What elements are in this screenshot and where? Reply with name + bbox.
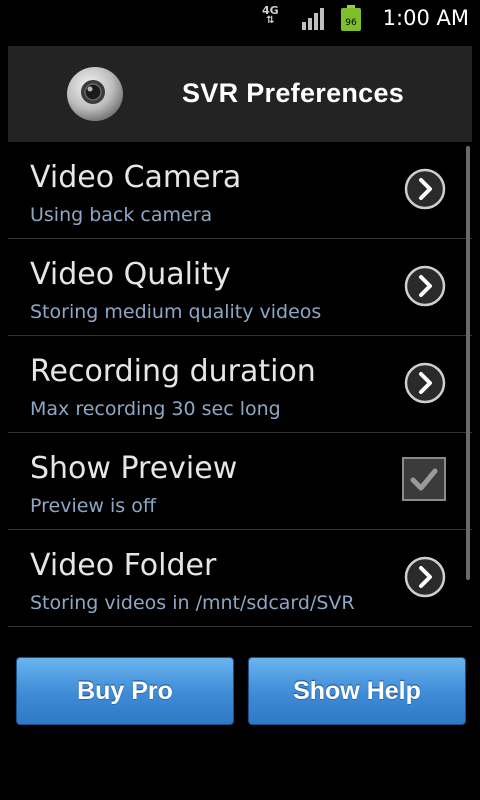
pref-summary: Storing medium quality videos [30,301,322,323]
network-4g-icon: 4G ⇅ [262,5,279,26]
signal-bars-icon [302,8,324,30]
pref-title: Video Folder [30,548,217,583]
pref-video-quality[interactable]: Video Quality Storing medium quality vid… [8,239,472,336]
pref-summary: Max recording 30 sec long [30,398,281,420]
data-arrows-icon: ⇅ [266,15,275,26]
pref-recording-duration[interactable]: Recording duration Max recording 30 sec … [8,336,472,433]
page-title: SVR Preferences [182,78,405,108]
chevron-right-icon[interactable] [404,168,446,210]
chevron-right-icon[interactable] [404,265,446,307]
pref-summary: Using back camera [30,204,213,226]
pref-title: Recording duration [30,354,316,389]
battery-level: 96 [345,18,357,28]
preferences-list: Video Camera Using back camera Video Qua… [8,142,472,652]
show-help-button[interactable]: Show Help [248,657,466,725]
pref-video-folder[interactable]: Video Folder Storing videos in /mnt/sdca… [8,530,472,627]
pref-title: Show Preview [30,451,238,486]
checkmark-icon [410,468,438,491]
pref-video-camera[interactable]: Video Camera Using back camera [8,142,472,239]
pref-show-preview[interactable]: Show Preview Preview is off [8,433,472,530]
clock: 1:00 AM [382,6,469,30]
battery-icon: 96 [341,5,361,31]
app-header: SVR Preferences [8,46,472,142]
pref-summary: Preview is off [30,495,156,517]
camera-lens-icon [67,67,123,121]
pref-summary: Storing videos in /mnt/sdcard/SVR [30,592,355,614]
preview-checkbox[interactable] [402,457,446,501]
chevron-right-icon[interactable] [404,362,446,404]
pref-title: Video Quality [30,257,231,292]
chevron-right-icon[interactable] [404,556,446,598]
scrollbar[interactable] [466,146,470,580]
pref-title: Video Camera [30,160,242,195]
buy-pro-button[interactable]: Buy Pro [16,657,234,725]
status-bar: 4G ⇅ 96 1:00 AM [0,0,480,38]
